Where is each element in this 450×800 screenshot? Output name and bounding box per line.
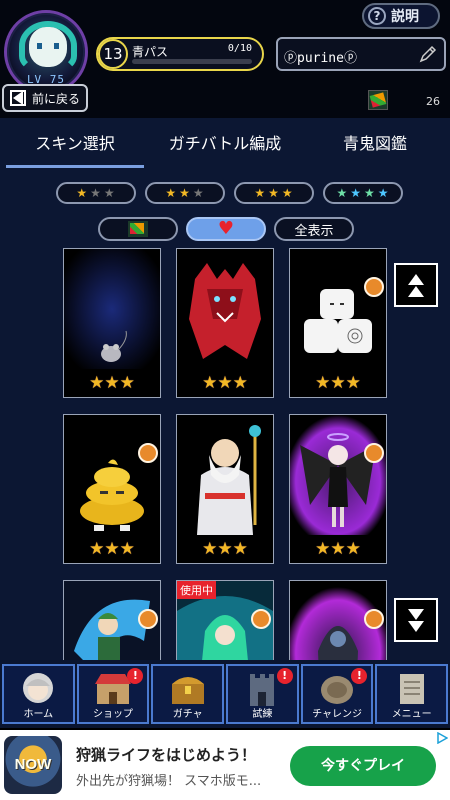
nav-label: ガチャ bbox=[172, 709, 203, 720]
tab-skin-select[interactable]: スキン選択 bbox=[0, 118, 150, 170]
ad-banner[interactable]: NOW 狩猟ライフをはじめよう！ 外出先が狩猟場！ スマホ版モ... 今すぐプレ… bbox=[0, 730, 450, 800]
avatar-eyes bbox=[37, 43, 59, 49]
filter-4-star[interactable]: ★ ★ ★ ★ bbox=[323, 182, 403, 204]
tab-encyclopedia[interactable]: 青鬼図鑑 bbox=[300, 118, 450, 170]
filter-1-star[interactable]: ★ ★ ★ bbox=[56, 182, 136, 204]
ad-cta-button[interactable]: 今すぐプレイ bbox=[290, 746, 436, 786]
rarity-stars: ★★★ bbox=[202, 373, 248, 393]
type-filters: ♥ 全表示 bbox=[98, 217, 354, 241]
skin-card-zeus[interactable]: ★★★ bbox=[176, 414, 274, 564]
tab-battle-formation[interactable]: ガチバトル編成 bbox=[150, 118, 300, 170]
nav-label: ホーム bbox=[23, 709, 54, 720]
item-count: 26 bbox=[426, 95, 440, 108]
treasure-chest-icon bbox=[171, 677, 204, 704]
filter-item-type[interactable] bbox=[98, 217, 178, 241]
notification-badge: ! bbox=[351, 668, 368, 684]
nav-label: チャレンジ bbox=[312, 709, 362, 720]
player-avatar[interactable]: LV 75 bbox=[4, 10, 88, 94]
rarity-stars: ★★★ bbox=[202, 539, 248, 559]
help-label: 説明 bbox=[391, 9, 419, 25]
arrow-up-icon bbox=[408, 273, 424, 285]
skin-card-red-wolf[interactable]: ★★★ bbox=[176, 248, 274, 398]
filter-favorite[interactable]: ♥ bbox=[186, 217, 266, 241]
back-label: 前に戻る bbox=[32, 91, 81, 106]
nav-shop[interactable]: ! ショップ bbox=[76, 664, 150, 724]
skin-card-hooded-reaper[interactable] bbox=[289, 580, 387, 660]
ad-icon-text: NOW bbox=[14, 756, 52, 773]
rarity-stars: ★★★ bbox=[89, 373, 135, 393]
bottom-nav: ホーム ! ショップ ガチャ ! 試練 ! チャレンジ メニュー bbox=[0, 660, 450, 728]
header: LV 75 ? 説明 13 青パス 0/10 ⓟpurineⓟ 前に戻る 26 bbox=[0, 0, 450, 118]
skin-card-ice-knight[interactable] bbox=[63, 580, 161, 660]
rarity-filters: ★ ★ ★ ★ ★ ★ ★ ★ ★ ★ ★ ★ ★ bbox=[56, 182, 403, 204]
toilet-paper-skin-art bbox=[290, 249, 386, 369]
ad-description: 外出先が狩猟場！ スマホ版モ... bbox=[76, 774, 262, 789]
rarity-stars: ★★★ bbox=[315, 373, 361, 393]
swap-icon bbox=[138, 443, 158, 463]
nav-label: メニュー bbox=[391, 709, 432, 720]
ad-app-icon[interactable]: NOW bbox=[4, 736, 62, 794]
ad-choices-icon[interactable] bbox=[436, 732, 448, 744]
notification-badge: ! bbox=[276, 668, 293, 684]
tab-bar: スキン選択 ガチバトル編成 青鬼図鑑 bbox=[0, 118, 450, 170]
arrow-down-icon bbox=[408, 608, 424, 620]
filter-2-star[interactable]: ★ ★ ★ bbox=[145, 182, 225, 204]
nav-label: 試練 bbox=[252, 709, 273, 720]
mouse-skin-art bbox=[64, 249, 160, 369]
help-button[interactable]: ? 説明 bbox=[362, 3, 440, 29]
filter-all[interactable]: 全表示 bbox=[274, 217, 354, 241]
arrow-up-icon bbox=[408, 285, 424, 297]
player-name: ⓟpurineⓟ bbox=[284, 51, 357, 66]
dark-angel-skin-art bbox=[290, 415, 386, 535]
heart-icon: ♥ bbox=[217, 218, 235, 239]
skin-card-toilet-paper[interactable]: ★★★ bbox=[289, 248, 387, 398]
skin-card-golden-poop[interactable]: ★★★ bbox=[63, 414, 161, 564]
red-wolf-skin-art bbox=[177, 249, 273, 369]
nav-menu[interactable]: メニュー bbox=[375, 664, 449, 724]
scroll-icon bbox=[399, 674, 424, 704]
skin-card-mouse[interactable]: ★★★ bbox=[63, 248, 161, 398]
pass-progress: 0/10 bbox=[227, 43, 252, 54]
pass-status[interactable]: 13 青パス 0/10 bbox=[96, 37, 264, 71]
question-icon: ? bbox=[368, 7, 386, 25]
ad-title: 狩猟ライフをはじめよう！ bbox=[76, 746, 257, 764]
rarity-stars: ★★★ bbox=[89, 539, 135, 559]
pass-name: 青パス bbox=[132, 45, 169, 59]
nav-trial[interactable]: ! 試練 bbox=[226, 664, 299, 724]
swap-icon bbox=[364, 609, 384, 629]
pass-level: 13 bbox=[98, 39, 128, 69]
pass-progress-bar bbox=[132, 59, 252, 64]
back-arrow-icon bbox=[10, 90, 26, 106]
zeus-skin-art bbox=[177, 415, 273, 535]
skin-item-icon bbox=[128, 221, 148, 237]
skin-card-green-hair-girl[interactable]: 使用中 bbox=[176, 580, 274, 660]
player-name-box[interactable]: ⓟpurineⓟ bbox=[276, 37, 446, 71]
nav-gacha[interactable]: ガチャ bbox=[151, 664, 225, 724]
nav-label: ショップ bbox=[93, 709, 133, 720]
swap-icon bbox=[138, 609, 158, 629]
arrow-down-icon bbox=[408, 620, 424, 632]
golden-poop-skin-art bbox=[64, 415, 160, 535]
skin-item-icon bbox=[368, 90, 388, 110]
rarity-stars: ★★★ bbox=[315, 539, 361, 559]
skin-panel: ★ ★ ★ ★ ★ ★ ★ ★ ★ ★ ★ ★ ★ ♥ 全表示 ★★★ ★★★ … bbox=[0, 170, 450, 660]
notification-badge: ! bbox=[127, 668, 144, 684]
back-button[interactable]: 前に戻る bbox=[2, 84, 88, 112]
filter-3-star[interactable]: ★ ★ ★ bbox=[234, 182, 314, 204]
scroll-down-button[interactable] bbox=[394, 598, 438, 642]
nav-challenge[interactable]: ! チャレンジ bbox=[300, 664, 374, 724]
scroll-up-button[interactable] bbox=[394, 263, 438, 307]
swap-icon bbox=[364, 443, 384, 463]
swap-icon bbox=[251, 609, 271, 629]
skin-card-dark-angel[interactable]: ★★★ bbox=[289, 414, 387, 564]
swap-icon bbox=[364, 277, 384, 297]
avatar-icon bbox=[23, 673, 54, 703]
in-use-badge: 使用中 bbox=[177, 581, 216, 599]
pencil-icon[interactable] bbox=[418, 44, 438, 64]
nav-home[interactable]: ホーム bbox=[2, 664, 75, 724]
